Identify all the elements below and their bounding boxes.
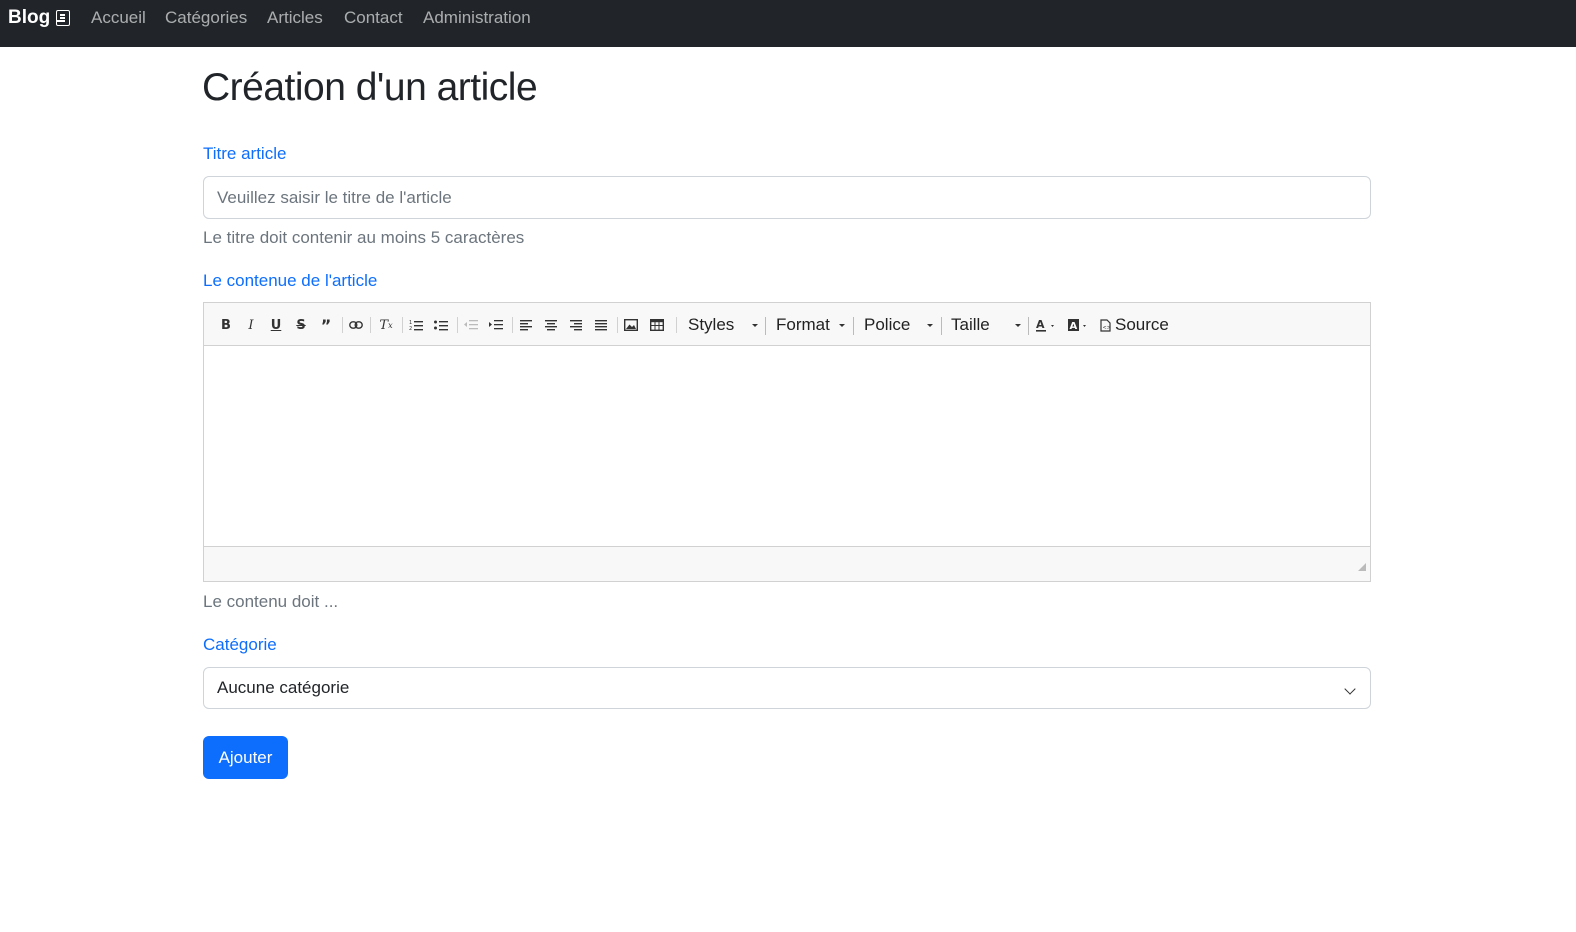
toolbar-separator <box>342 317 343 333</box>
justify-icon[interactable] <box>591 315 611 335</box>
format-combo[interactable]: Format <box>776 313 830 337</box>
toolbar-separator <box>941 317 942 335</box>
bulleted-list-icon[interactable] <box>431 315 451 335</box>
underline-icon[interactable]: U <box>266 315 286 335</box>
size-combo[interactable]: Taille <box>951 313 990 337</box>
toolbar-separator <box>457 317 458 333</box>
nav-link-articles[interactable]: Articles <box>267 8 323 28</box>
title-help-text: Le titre doit contenir au moins 5 caract… <box>203 228 525 247</box>
align-right-icon[interactable] <box>566 315 586 335</box>
chevron-down-icon <box>839 324 845 327</box>
category-label: Catégorie <box>203 635 277 654</box>
background-color-icon[interactable]: A <box>1067 315 1089 335</box>
styles-combo[interactable]: Styles <box>688 313 734 337</box>
align-center-icon[interactable] <box>541 315 561 335</box>
title-label: Titre article <box>203 144 287 163</box>
chevron-down-icon <box>752 324 758 327</box>
outdent-icon[interactable] <box>461 315 481 335</box>
svg-text:A: A <box>1036 318 1045 331</box>
toolbar-separator <box>765 317 766 335</box>
brand-link[interactable]: Blog <box>8 6 71 30</box>
source-button[interactable]: <> Source <box>1100 315 1169 335</box>
remove-format-icon[interactable]: Tx <box>376 315 396 335</box>
page-title: Création d'un article <box>202 66 538 109</box>
submit-button[interactable]: Ajouter <box>203 736 288 779</box>
svg-text:2: 2 <box>409 326 412 331</box>
strikethrough-icon[interactable]: S <box>291 315 311 335</box>
indent-icon[interactable] <box>486 315 506 335</box>
blockquote-icon[interactable]: ” <box>316 315 336 335</box>
toolbar-separator <box>853 317 854 335</box>
toolbar-separator <box>512 317 513 333</box>
italic-icon[interactable]: I <box>241 315 261 335</box>
chevron-down-icon <box>1015 324 1021 327</box>
brand-label: Blog <box>8 7 51 28</box>
align-left-icon[interactable] <box>516 315 536 335</box>
toolbar-separator <box>370 317 371 333</box>
toolbar-separator <box>402 317 403 333</box>
content-help-text: Le contenu doit ... <box>203 592 339 611</box>
font-combo[interactable]: Police <box>864 313 910 337</box>
source-label: Source <box>1115 315 1169 334</box>
editor-content-area[interactable] <box>204 346 1370 546</box>
content-label: Le contenue de l'article <box>203 271 378 290</box>
nav-link-categories[interactable]: Catégories <box>165 8 247 28</box>
nav-link-contact[interactable]: Contact <box>344 8 403 28</box>
rich-text-editor: B I U S ” Tx 12 Styles Format Police Tai… <box>203 302 1371 582</box>
category-select[interactable]: Aucune catégorie <box>203 667 1371 709</box>
svg-text:A: A <box>1070 321 1078 332</box>
bold-icon[interactable]: B <box>216 315 236 335</box>
title-input[interactable] <box>203 176 1371 219</box>
resize-handle-icon[interactable] <box>1358 563 1366 571</box>
toolbar-separator <box>1028 317 1029 335</box>
numbered-list-icon[interactable]: 12 <box>406 315 426 335</box>
text-color-icon[interactable]: A <box>1035 315 1057 335</box>
toolbar-separator <box>617 317 618 333</box>
journal-icon <box>56 10 71 26</box>
svg-text:<>: <> <box>1103 325 1111 331</box>
toolbar-separator <box>676 317 677 333</box>
table-icon[interactable] <box>647 315 667 335</box>
link-icon[interactable] <box>346 315 366 335</box>
category-selected-value: Aucune catégorie <box>217 678 350 697</box>
editor-toolbar: B I U S ” Tx 12 Styles Format Police Tai… <box>204 303 1370 346</box>
nav-link-administration[interactable]: Administration <box>423 8 531 28</box>
nav-link-accueil[interactable]: Accueil <box>91 8 146 28</box>
chevron-down-icon <box>1344 683 1356 695</box>
editor-statusbar <box>204 546 1370 581</box>
top-navbar: Blog Accueil Catégories Articles Contact… <box>0 0 1576 47</box>
chevron-down-icon <box>927 324 933 327</box>
image-icon[interactable] <box>621 315 641 335</box>
